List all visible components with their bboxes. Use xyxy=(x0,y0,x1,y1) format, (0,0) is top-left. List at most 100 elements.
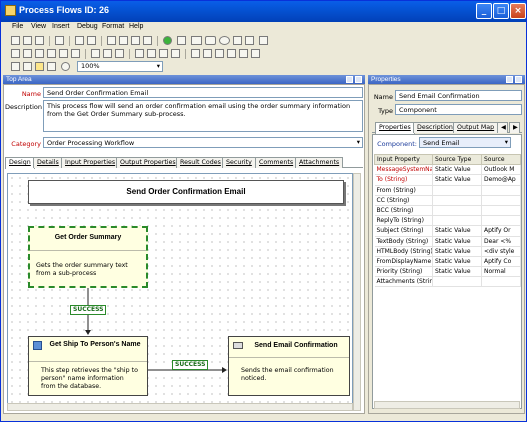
table-row[interactable]: MessageSystemNa Static Value Outlook M xyxy=(374,164,521,176)
close-panel-icon[interactable] xyxy=(515,76,522,83)
ungroup-icon[interactable] xyxy=(227,49,236,58)
canvas-vertical-scrollbar[interactable] xyxy=(353,173,361,411)
source-type-cell[interactable]: Static Value xyxy=(432,174,482,186)
source-type-cell[interactable]: Static Value xyxy=(432,225,482,237)
properties-icon[interactable] xyxy=(11,62,20,71)
zoom-icon[interactable] xyxy=(61,62,70,71)
pin-icon[interactable] xyxy=(506,76,513,83)
table-row[interactable]: Priority (String) Static Value Normal xyxy=(374,266,521,278)
source-type-cell[interactable] xyxy=(432,276,482,288)
tab-design[interactable]: Design xyxy=(5,157,35,169)
undo-icon[interactable] xyxy=(75,36,84,45)
tab-properties[interactable]: Properties xyxy=(375,122,415,134)
canvas-horizontal-scrollbar[interactable] xyxy=(7,403,353,411)
name-field[interactable]: Send Order Confirmation Email xyxy=(43,87,363,98)
source-type-cell[interactable]: Static Value xyxy=(432,246,482,257)
new-icon[interactable] xyxy=(11,36,20,45)
component-select[interactable]: Send Email ▾ xyxy=(419,137,511,148)
print-icon[interactable] xyxy=(55,36,64,45)
source-cell[interactable]: <div style xyxy=(481,246,521,257)
same-height-icon[interactable] xyxy=(103,49,112,58)
source-cell[interactable]: Outlook M xyxy=(481,164,521,176)
run-icon[interactable] xyxy=(163,36,172,45)
table-row[interactable]: From (String) xyxy=(374,185,521,196)
source-type-cell[interactable] xyxy=(432,215,482,227)
node-get-ship-to-name[interactable]: Get Ship To Person's Name This step retr… xyxy=(28,336,148,396)
properties-horizontal-scrollbar[interactable] xyxy=(374,401,520,409)
copy-icon[interactable] xyxy=(119,36,128,45)
menu-format[interactable]: Format xyxy=(102,23,124,30)
pin-icon[interactable] xyxy=(346,76,353,83)
column-header[interactable]: Source Type xyxy=(432,153,482,166)
tab-description[interactable]: Description xyxy=(413,122,457,133)
source-cell[interactable] xyxy=(481,276,521,288)
success-badge[interactable]: SUCCESS xyxy=(70,305,107,315)
align-left-icon[interactable] xyxy=(11,49,20,58)
source-cell[interactable]: Aptify Or xyxy=(481,225,521,237)
align-bottom-icon[interactable] xyxy=(71,49,80,58)
group-icon[interactable] xyxy=(215,49,224,58)
close-panel-icon[interactable] xyxy=(355,76,362,83)
node-send-email-confirmation[interactable]: Send Email Confirmation Sends the email … xyxy=(228,336,350,396)
pointer-icon[interactable] xyxy=(177,36,186,45)
delete-icon[interactable] xyxy=(143,36,152,45)
source-type-cell[interactable] xyxy=(432,195,482,206)
prop-name-field[interactable]: Send Email Confirmation xyxy=(395,90,522,101)
increase-spacing-icon[interactable] xyxy=(159,49,168,58)
tab-attachments[interactable]: Attachments xyxy=(295,157,344,168)
tab-result-codes[interactable]: Result Codes xyxy=(176,157,225,168)
close-button[interactable]: × xyxy=(510,3,526,19)
zoom-select[interactable]: 100% ▾ xyxy=(77,61,163,72)
design-canvas[interactable]: Send Order Confirmation Email Get Order … xyxy=(7,173,353,411)
table-row[interactable]: CC (String) xyxy=(374,195,521,206)
table-row[interactable]: TextBody (String) Static Value Dear <% xyxy=(374,236,521,247)
align-center-icon[interactable] xyxy=(23,49,32,58)
menu-file[interactable]: File xyxy=(12,23,23,30)
rectangle-icon[interactable] xyxy=(191,36,202,45)
paste-icon[interactable] xyxy=(131,36,140,45)
menu-help[interactable]: Help xyxy=(129,23,143,30)
rounded-rect-icon[interactable] xyxy=(205,36,216,45)
table-row[interactable]: To (String) Static Value Demo@Ap xyxy=(374,174,521,186)
center-horizontal-icon[interactable] xyxy=(239,49,248,58)
menu-insert[interactable]: Insert xyxy=(52,23,70,30)
redo-icon[interactable] xyxy=(87,36,96,45)
save-icon[interactable] xyxy=(35,36,44,45)
table-row[interactable]: Attachments (Strin xyxy=(374,276,521,288)
source-cell[interactable] xyxy=(481,185,521,196)
source-type-cell[interactable]: Static Value xyxy=(432,256,482,268)
chevron-down-icon[interactable] xyxy=(271,36,276,45)
tab-details[interactable]: Details xyxy=(33,157,63,168)
minimize-button[interactable]: _ xyxy=(476,3,492,19)
source-type-cell[interactable] xyxy=(432,205,482,217)
source-cell[interactable] xyxy=(481,205,521,217)
space-horizontal-icon[interactable] xyxy=(135,49,144,58)
table-row[interactable]: FromDisplayName (Static Value Aptify Co xyxy=(374,256,521,268)
source-cell[interactable]: Normal xyxy=(481,266,521,278)
top-area-icon[interactable] xyxy=(35,62,44,71)
source-cell[interactable] xyxy=(481,215,521,227)
column-header[interactable]: Source xyxy=(481,153,521,166)
tab-input-properties[interactable]: Input Properties xyxy=(61,157,120,168)
source-type-cell[interactable] xyxy=(432,185,482,196)
same-width-icon[interactable] xyxy=(91,49,100,58)
layout-icon[interactable] xyxy=(23,62,32,71)
space-vertical-icon[interactable] xyxy=(147,49,156,58)
table-row[interactable]: BCC (String) xyxy=(374,205,521,217)
description-field[interactable]: This process flow will send an order con… xyxy=(43,100,363,132)
align-right-icon[interactable] xyxy=(35,49,44,58)
grid-icon[interactable] xyxy=(259,36,268,45)
list-view-icon[interactable] xyxy=(47,62,56,71)
source-cell[interactable] xyxy=(481,195,521,206)
text-icon[interactable] xyxy=(233,36,242,45)
tab-security[interactable]: Security xyxy=(222,157,256,168)
tab-scroll-right-icon[interactable]: ▶ xyxy=(509,122,520,133)
maximize-button[interactable]: □ xyxy=(493,3,509,19)
table-row[interactable]: Subject (String) Static Value Aptify Or xyxy=(374,225,521,237)
bring-front-icon[interactable] xyxy=(191,49,200,58)
tab-scroll-left-icon[interactable]: ◀ xyxy=(497,122,508,133)
tab-comments[interactable]: Comments xyxy=(255,157,298,168)
source-type-cell[interactable]: Static Value xyxy=(432,236,482,247)
cut-icon[interactable] xyxy=(107,36,116,45)
align-middle-icon[interactable] xyxy=(59,49,68,58)
